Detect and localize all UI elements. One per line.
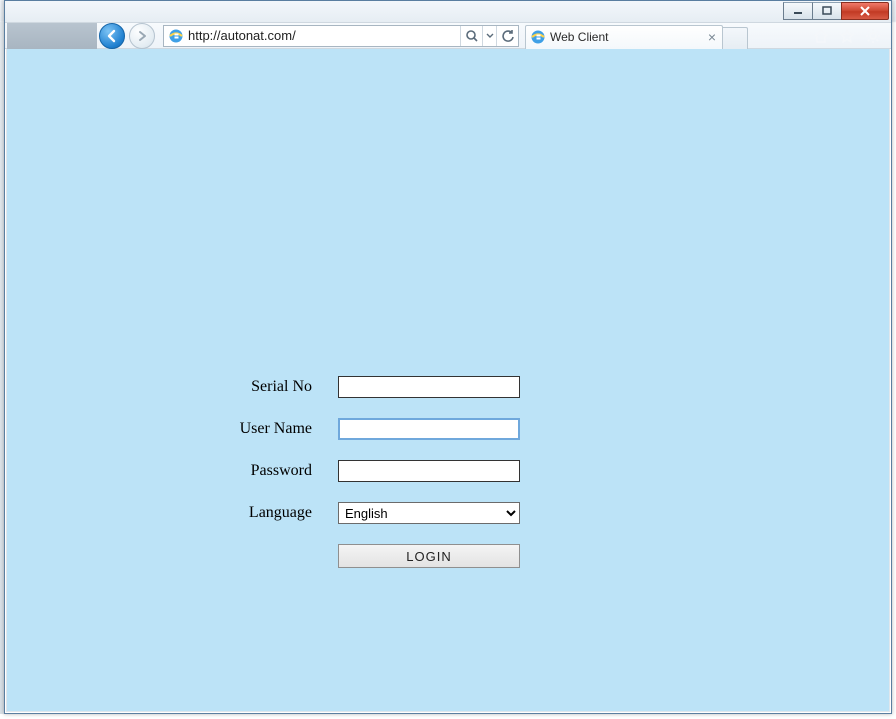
login-form: Serial No User Name Password Language bbox=[208, 376, 688, 588]
label-language: Language bbox=[208, 504, 338, 522]
minimize-button[interactable] bbox=[783, 2, 813, 20]
tools-button[interactable] bbox=[865, 28, 881, 44]
nav-bar: http://autonat.com/ bbox=[5, 23, 891, 49]
search-icon bbox=[465, 29, 479, 43]
serial-input[interactable] bbox=[338, 376, 520, 398]
minimize-icon bbox=[793, 6, 803, 16]
search-dropdown[interactable] bbox=[482, 26, 496, 46]
home-button[interactable] bbox=[813, 28, 829, 44]
forward-arrow-icon bbox=[135, 29, 149, 43]
label-password: Password bbox=[208, 462, 338, 480]
forward-button[interactable] bbox=[127, 24, 157, 48]
ie-logo-icon bbox=[168, 28, 184, 44]
window-controls bbox=[784, 2, 889, 22]
username-input[interactable] bbox=[338, 418, 520, 440]
password-input[interactable] bbox=[338, 460, 520, 482]
label-username: User Name bbox=[208, 420, 338, 438]
toolbar-right bbox=[813, 28, 881, 44]
row-login: LOGIN bbox=[208, 544, 688, 568]
language-select[interactable]: English bbox=[338, 502, 520, 524]
tab-strip: Web Client × bbox=[525, 23, 813, 49]
back-arrow-icon bbox=[105, 29, 119, 43]
login-button[interactable]: LOGIN bbox=[338, 544, 520, 568]
gear-icon bbox=[865, 28, 881, 44]
favorites-button[interactable] bbox=[839, 28, 855, 44]
close-button[interactable] bbox=[841, 2, 889, 20]
row-serial: Serial No bbox=[208, 376, 688, 398]
home-icon bbox=[813, 28, 829, 44]
new-tab-button[interactable] bbox=[722, 27, 748, 49]
tab-close-button[interactable]: × bbox=[706, 30, 718, 44]
maximize-icon bbox=[822, 6, 832, 16]
row-password: Password bbox=[208, 460, 688, 482]
search-button[interactable] bbox=[460, 26, 482, 46]
maximize-button[interactable] bbox=[812, 2, 842, 20]
tab-title: Web Client bbox=[550, 30, 608, 44]
tab-active[interactable]: Web Client × bbox=[525, 25, 723, 49]
close-icon bbox=[859, 6, 871, 16]
ie-logo-icon bbox=[530, 29, 546, 45]
chevron-down-icon bbox=[486, 32, 494, 40]
browser-window: http://autonat.com/ bbox=[4, 0, 892, 714]
title-bar bbox=[5, 1, 891, 23]
page-viewport: Serial No User Name Password Language bbox=[6, 49, 890, 712]
address-bar[interactable]: http://autonat.com/ bbox=[163, 25, 519, 47]
label-serial: Serial No bbox=[208, 378, 338, 396]
row-language: Language English bbox=[208, 502, 688, 524]
url-text: http://autonat.com/ bbox=[188, 28, 460, 43]
refresh-button[interactable] bbox=[496, 26, 518, 46]
row-username: User Name bbox=[208, 418, 688, 440]
back-button[interactable] bbox=[97, 24, 127, 48]
refresh-icon bbox=[501, 29, 515, 43]
star-icon bbox=[839, 28, 855, 44]
